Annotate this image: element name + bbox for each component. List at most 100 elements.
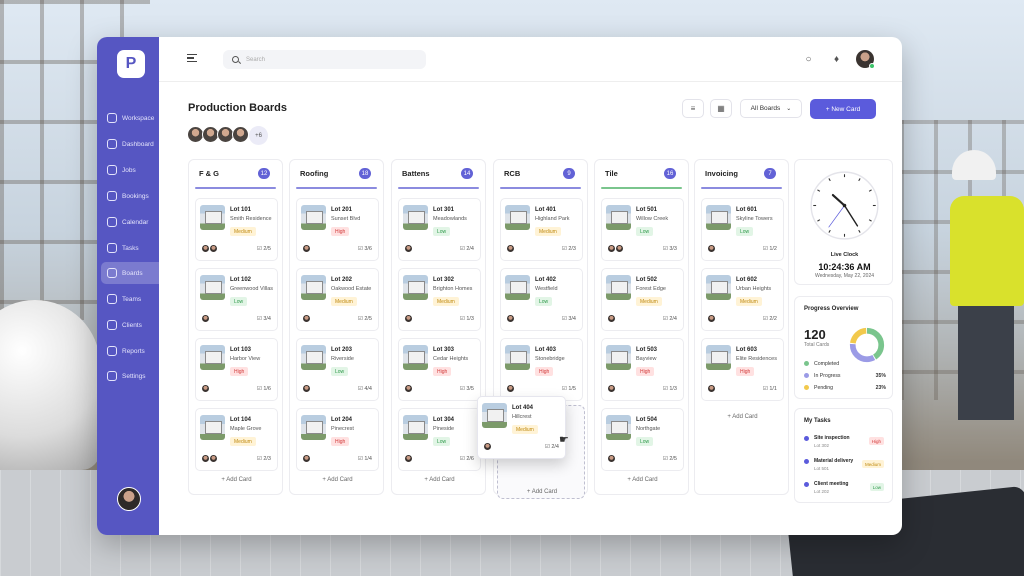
user-avatar[interactable] xyxy=(856,50,875,69)
sidebar-item-dashboard[interactable]: Dashboard xyxy=(101,133,171,155)
board-card[interactable]: Lot 101 Smith Residence Medium ☑ 2/5 xyxy=(195,198,278,261)
priority-badge: High xyxy=(736,367,755,376)
sidebar-item-jobs[interactable]: Jobs xyxy=(101,159,171,181)
board-card[interactable]: Lot 402 Westfield Low ☑ 3/4 xyxy=(500,268,583,331)
task-icon xyxy=(804,459,809,464)
task-item[interactable]: Client meeting Lot 202 Low xyxy=(804,479,884,499)
card-name: Sunset Blvd xyxy=(331,216,361,222)
member-avatars[interactable]: +6 xyxy=(187,126,268,145)
new-card-button[interactable]: + New Card xyxy=(810,99,876,119)
board-card[interactable]: Lot 502 Forest Edge Medium ☑ 2/4 xyxy=(601,268,684,331)
card-lot: Lot 403 xyxy=(535,347,557,353)
house-thumbnail xyxy=(606,415,631,440)
sidebar-item-label: Settings xyxy=(122,372,146,380)
board-card[interactable]: Lot 401 Highland Park Medium ☑ 2/3 xyxy=(500,198,583,261)
avatar xyxy=(232,126,249,143)
board-card[interactable]: Lot 504 Northgate Low ☑ 2/5 xyxy=(601,408,684,471)
sidebar-item-bookings[interactable]: Bookings xyxy=(101,185,171,207)
search-input[interactable]: Search xyxy=(223,50,426,69)
add-card-button[interactable]: + Add Card xyxy=(595,472,690,488)
card-lot: Lot 304 xyxy=(433,417,455,423)
board-card[interactable]: Lot 301 Meadowlands Low ☑ 2/4 xyxy=(398,198,481,261)
more-members-badge[interactable]: +6 xyxy=(249,126,268,145)
board-card[interactable]: Lot 104 Maple Grove Medium ☑ 2/3 xyxy=(195,408,278,471)
sidebar-user-avatar[interactable] xyxy=(117,487,141,511)
live-clock-widget: Live Clock 10:24:36 AM Wednesday, May 22… xyxy=(794,159,893,285)
card-lot: Lot 501 xyxy=(636,207,658,213)
board-card[interactable]: Lot 601 Skyline Towers Low ☑ 1/2 xyxy=(701,198,784,261)
chat-icon[interactable]: ○ xyxy=(803,54,814,65)
avatar xyxy=(608,245,615,252)
card-lot: Lot 204 xyxy=(331,417,353,423)
grid-view-button[interactable]: ▦ xyxy=(710,99,732,118)
legend-value: 35% xyxy=(875,372,886,379)
card-name: Harbor View xyxy=(230,356,261,362)
board-card[interactable]: Lot 103 Harbor View High ☑ 1/6 xyxy=(195,338,278,401)
board-card[interactable]: Lot 303 Cedar Heights High ☑ 3/5 xyxy=(398,338,481,401)
sidebar-item-reports[interactable]: Reports xyxy=(101,340,171,362)
card-assignees xyxy=(507,385,515,392)
sidebar-item-clients[interactable]: Clients xyxy=(101,314,171,336)
board-card[interactable]: Lot 403 Stonebridge High ☑ 1/5 xyxy=(500,338,583,401)
column-title: RCB xyxy=(504,169,521,178)
card-lot: Lot 404 xyxy=(512,405,534,411)
board-card[interactable]: Lot 602 Urban Heights Medium ☑ 2/2 xyxy=(701,268,784,331)
filter-sliders-button[interactable]: ≡ xyxy=(682,99,704,118)
task-count-value: 1/2 xyxy=(769,246,777,252)
card-task-count: ☑ 3/4 xyxy=(561,316,576,322)
card-assignees xyxy=(608,315,616,322)
column-accent-line xyxy=(601,187,682,189)
sidebar-item-settings[interactable]: Settings xyxy=(101,365,171,387)
board-card[interactable]: Lot 204 Pinecrest High ☑ 1/4 xyxy=(296,408,379,471)
priority-badge: Medium xyxy=(433,297,459,306)
column-accent-line xyxy=(296,187,377,189)
task-item[interactable]: Site inspection Lot 302 High xyxy=(804,433,884,453)
board-card[interactable]: Lot 302 Brighton Homes Medium ☑ 1/3 xyxy=(398,268,481,331)
avatar xyxy=(608,315,615,322)
card-lot: Lot 203 xyxy=(331,347,353,353)
sliders-icon: ≡ xyxy=(690,104,696,113)
sidebar-item-label: Bookings xyxy=(122,192,149,200)
card-assignees xyxy=(507,315,515,322)
board-card[interactable]: Lot 202 Oakwood Estate Medium ☑ 2/5 xyxy=(296,268,379,331)
sidebar-item-teams[interactable]: Teams xyxy=(101,288,171,310)
card-assignees xyxy=(202,245,218,252)
board-card[interactable]: Lot 201 Sunset Blvd High ☑ 3/6 xyxy=(296,198,379,261)
priority-badge: Medium xyxy=(230,227,256,236)
boards-dropdown[interactable]: All Boards ⌄ xyxy=(740,99,802,118)
card-task-count: ☑ 2/3 xyxy=(256,456,271,462)
house-thumbnail xyxy=(706,275,731,300)
card-lot: Lot 504 xyxy=(636,417,658,423)
add-card-button[interactable]: + Add Card xyxy=(290,472,385,488)
legend-label: Completed xyxy=(814,360,840,367)
add-card-button[interactable]: + Add Card xyxy=(498,484,586,500)
menu-icon[interactable] xyxy=(187,54,197,62)
board-card[interactable]: Lot 102 Greenwood Villas Low ☑ 3/4 xyxy=(195,268,278,331)
board-card[interactable]: Lot 203 Riverside Low ☑ 4/4 xyxy=(296,338,379,401)
sidebar-item-workspace[interactable]: Workspace xyxy=(101,107,171,129)
board-card[interactable]: Lot 501 Willow Creek Low ☑ 3/3 xyxy=(601,198,684,261)
sidebar-item-tasks[interactable]: Tasks xyxy=(101,237,171,259)
avatar xyxy=(405,385,412,392)
sidebar-item-boards[interactable]: Boards xyxy=(101,262,171,284)
sidebar-item-calendar[interactable]: Calendar xyxy=(101,211,171,233)
add-card-button[interactable]: + Add Card xyxy=(189,472,284,488)
board-column: F & G 12 Lot 101 Smith Residence Medium … xyxy=(188,159,283,495)
search-icon xyxy=(232,56,239,63)
board-card[interactable]: Lot 304 Pineside Low ☑ 2/6 xyxy=(398,408,481,471)
task-count-value: 3/6 xyxy=(364,246,372,252)
column-count-badge: 14 xyxy=(461,168,473,179)
hand-cursor-icon: ☛ xyxy=(559,434,569,446)
dragging-card[interactable]: Lot 404 Hillcrest Medium ☑ 2/4 xyxy=(477,396,566,459)
add-card-button[interactable]: + Add Card xyxy=(695,409,790,425)
house-thumbnail xyxy=(200,415,225,440)
board-card[interactable]: Lot 503 Bayview High ☑ 1/3 xyxy=(601,338,684,401)
card-name: Greenwood Villas xyxy=(230,286,274,292)
bell-icon[interactable]: ♦ xyxy=(831,54,842,65)
avatar xyxy=(608,455,615,462)
task-item[interactable]: Material delivery Lot 501 Medium xyxy=(804,456,884,476)
add-card-button[interactable]: + Add Card xyxy=(392,472,487,488)
house-thumbnail xyxy=(301,205,326,230)
app-logo-icon[interactable]: P xyxy=(117,50,145,78)
board-card[interactable]: Lot 603 Elite Residences High ☑ 1/1 xyxy=(701,338,784,401)
